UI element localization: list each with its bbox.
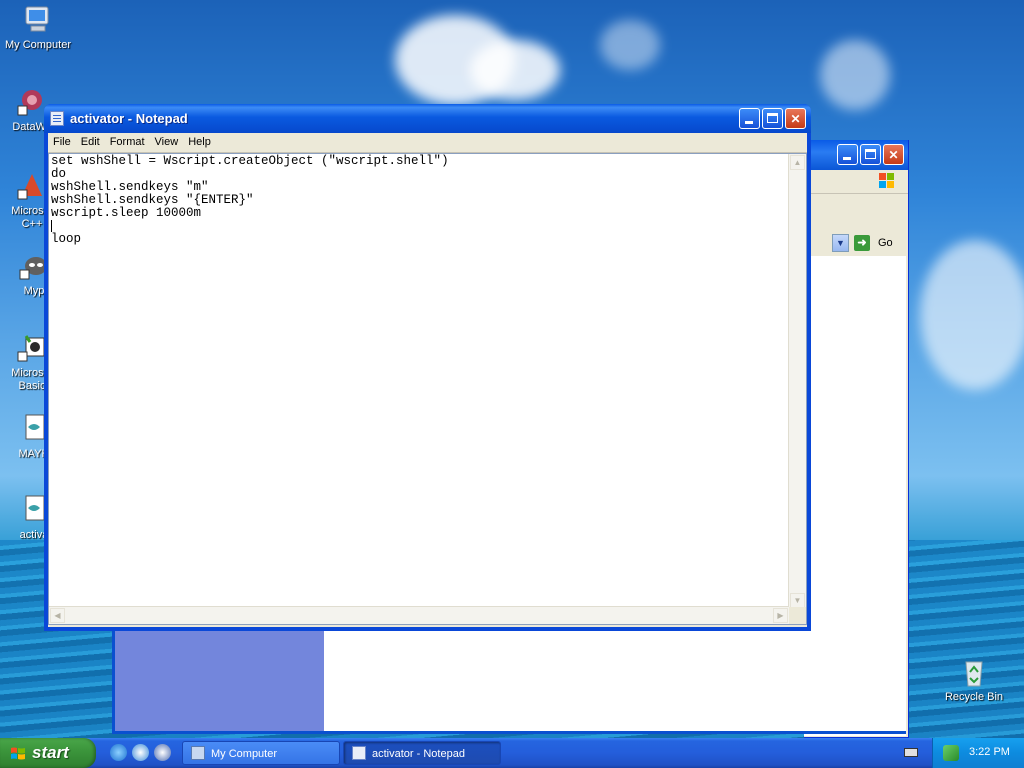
explorer-task-pane — [115, 626, 324, 731]
notepad-icon — [50, 111, 64, 126]
code-line: loop — [51, 232, 82, 246]
outlook-express-icon[interactable] — [132, 744, 149, 761]
text-editor[interactable]: set wshShell = Wscript.createObject ("ws… — [48, 153, 807, 625]
network-icon[interactable] — [943, 745, 959, 761]
menu-bar: File Edit Format View Help — [48, 133, 807, 153]
text-caret — [51, 220, 52, 232]
window-title: activator - Notepad — [70, 111, 188, 126]
cloud — [820, 40, 890, 110]
code-line-caret — [51, 220, 449, 233]
windows-logo-icon — [879, 173, 894, 188]
go-arrow-icon: ➜ — [854, 235, 870, 251]
cloud — [920, 240, 1024, 390]
notepad-body: File Edit Format View Help set wshShell = Ws… — [48, 133, 807, 627]
start-label: start — [32, 743, 69, 762]
menu-file[interactable]: File — [48, 133, 76, 151]
internet-explorer-icon[interactable] — [110, 744, 127, 761]
desktop-icon-my-computer[interactable]: My Computer — [0, 4, 76, 52]
media-player-icon[interactable] — [154, 744, 171, 761]
keyboard-icon[interactable] — [904, 748, 918, 757]
computer-icon — [25, 6, 49, 32]
minimize-icon — [843, 157, 851, 160]
horizontal-scrollbar[interactable]: ◀ ▶ — [49, 606, 789, 624]
scroll-up-button[interactable]: ▲ — [790, 155, 805, 170]
maximize-button[interactable] — [860, 144, 881, 165]
maximize-icon — [767, 113, 778, 123]
cloud — [470, 40, 560, 100]
minimize-icon — [745, 121, 753, 124]
scrollbar-corner — [789, 607, 806, 624]
desktop-icon-label: Recycle Bin — [944, 691, 1004, 703]
notepad-titlebar[interactable]: activator - Notepad ✕ — [44, 104, 811, 133]
menu-edit[interactable]: Edit — [76, 133, 105, 151]
menu-help[interactable]: Help — [183, 133, 216, 151]
task-label: activator - Notepad — [372, 748, 465, 760]
taskbar-item-notepad[interactable]: activator - Notepad — [343, 741, 501, 765]
maximize-icon — [865, 149, 876, 159]
windows-flag-icon — [11, 747, 25, 760]
code-line: set wshShell = Wscript.createObject ("ws… — [51, 154, 449, 168]
scroll-right-button[interactable]: ▶ — [773, 608, 788, 623]
background-window-titlebar[interactable]: ✕ — [804, 140, 908, 170]
vertical-scrollbar[interactable]: ▲ ▼ — [788, 154, 806, 609]
scroll-down-button[interactable]: ▼ — [790, 593, 805, 608]
task-label: My Computer — [211, 748, 278, 760]
desktop-icon-label: My Computer — [4, 39, 72, 51]
menu-view[interactable]: View — [150, 133, 184, 151]
taskbar-item-my-computer[interactable]: My Computer — [182, 741, 340, 765]
minimize-button[interactable] — [739, 108, 760, 129]
desktop-icon-recycle-bin[interactable]: Recycle Bin — [936, 656, 1012, 704]
code-text: set wshShell = Wscript.createObject ("ws… — [51, 155, 449, 246]
address-dropdown-button[interactable]: ▼ — [832, 234, 849, 252]
background-window-lower — [112, 626, 906, 734]
close-button[interactable]: ✕ — [883, 144, 904, 165]
close-icon: ✕ — [790, 112, 801, 126]
code-line: wscript.sleep 10000m — [51, 206, 202, 220]
system-tray: 3:22 PM — [932, 738, 1024, 768]
cloud — [600, 20, 660, 70]
clock: 3:22 PM — [969, 746, 1010, 758]
close-button[interactable]: ✕ — [785, 108, 806, 129]
computer-icon — [191, 746, 205, 760]
go-label: Go — [878, 237, 893, 249]
notepad-window[interactable]: activator - Notepad ✕ File Edit Format View… — [44, 104, 811, 631]
start-button[interactable]: start — [0, 738, 96, 768]
menu-format[interactable]: Format — [105, 133, 150, 151]
go-button[interactable]: ➜ Go — [854, 234, 904, 252]
scroll-left-button[interactable]: ◀ — [50, 608, 65, 623]
taskbar: start My Computer activator - Notepad 3:… — [0, 738, 1024, 768]
minimize-button[interactable] — [837, 144, 858, 165]
notepad-icon — [352, 746, 366, 760]
recycle-bin-icon — [965, 661, 983, 687]
maximize-button[interactable] — [762, 108, 783, 129]
close-icon: ✕ — [888, 148, 899, 162]
